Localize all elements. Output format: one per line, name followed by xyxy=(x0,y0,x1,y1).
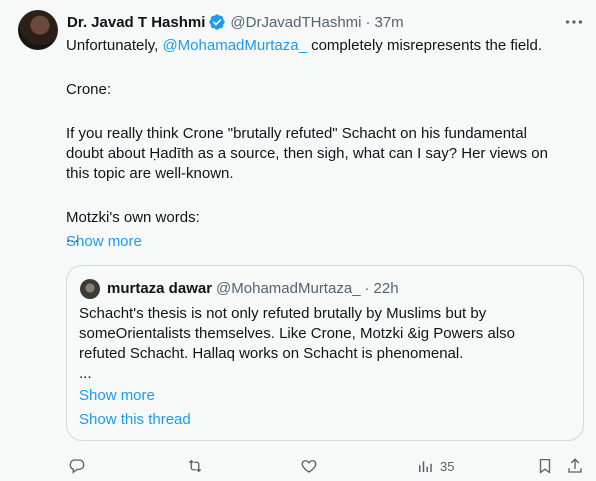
retweet-button[interactable] xyxy=(186,454,204,478)
tweet-line: ... xyxy=(66,229,79,246)
show-more-link[interactable]: Show more xyxy=(66,233,142,250)
quote-author-handle[interactable]: @MohamadMurtaza_ xyxy=(216,280,360,297)
quote-line: refuted Schacht. Hallaq works on Schacht… xyxy=(79,345,464,362)
text-segment: Unfortunately, xyxy=(66,37,163,54)
views-count: 35 xyxy=(440,458,455,474)
show-thread-link[interactable]: Show this thread xyxy=(79,411,191,428)
views-button[interactable]: 35 xyxy=(416,454,454,478)
author-name[interactable]: Dr. Javad T Hashmi xyxy=(67,14,205,31)
quote-avatar[interactable] xyxy=(80,279,100,299)
tweet-line: this topic are well-known. xyxy=(66,165,234,182)
avatar[interactable] xyxy=(18,10,58,50)
bookmark-icon xyxy=(539,458,551,474)
share-button[interactable] xyxy=(566,454,584,478)
more-options-icon[interactable] xyxy=(563,11,585,33)
quote-line: Schacht's thesis is not only refuted bru… xyxy=(79,305,487,322)
tweet-header: Dr. Javad T Hashmi @DrJavadTHashmi · 37m xyxy=(67,12,404,32)
share-icon xyxy=(568,458,582,473)
reply-button[interactable] xyxy=(68,454,86,478)
bookmark-button[interactable] xyxy=(536,454,554,478)
quote-text: Schacht's thesis is not only refuted bru… xyxy=(79,304,574,384)
quote-timestamp[interactable]: 22h xyxy=(374,280,399,297)
quote-line: ... xyxy=(79,365,92,382)
tweet-line: Unfortunately, @MohamadMurtaza_ complete… xyxy=(66,36,576,56)
quote-show-more-link[interactable]: Show more xyxy=(79,387,155,404)
tweet-line: Crone: xyxy=(66,81,112,98)
retweet-icon xyxy=(188,459,202,473)
heart-icon xyxy=(301,460,317,473)
quoted-tweet[interactable]: murtaza dawar @MohamadMurtaza_ · 22h Sch… xyxy=(66,265,584,441)
tweet-text: Unfortunately, @MohamadMurtaza_ complete… xyxy=(66,36,576,248)
verified-badge-icon xyxy=(209,14,226,30)
like-button[interactable] xyxy=(300,454,318,478)
quote-line: someOrientalists themselves. Like Crone,… xyxy=(79,325,515,342)
reply-icon xyxy=(69,459,85,474)
separator-dot: · xyxy=(365,13,371,31)
tweet[interactable]: Dr. Javad T Hashmi @DrJavadTHashmi · 37m… xyxy=(0,0,596,481)
text-segment: completely misrepresents the field. xyxy=(306,37,543,54)
action-bar: 35 xyxy=(0,454,596,478)
quote-header: murtaza dawar @MohamadMurtaza_ · 22h xyxy=(107,280,399,297)
tweet-line: If you really think Crone "brutally refu… xyxy=(66,125,527,142)
quote-author-name[interactable]: murtaza dawar xyxy=(107,280,212,297)
views-icon xyxy=(419,461,432,472)
timestamp[interactable]: 37m xyxy=(375,14,404,31)
tweet-line: doubt about Ḥadīth as a source, then sig… xyxy=(66,145,548,162)
tweet-line: Motzki's own words: xyxy=(66,209,200,226)
separator-dot: · xyxy=(364,280,370,297)
mention-link[interactable]: @MohamadMurtaza_ xyxy=(162,37,306,54)
author-handle[interactable]: @DrJavadTHashmi xyxy=(230,14,361,31)
